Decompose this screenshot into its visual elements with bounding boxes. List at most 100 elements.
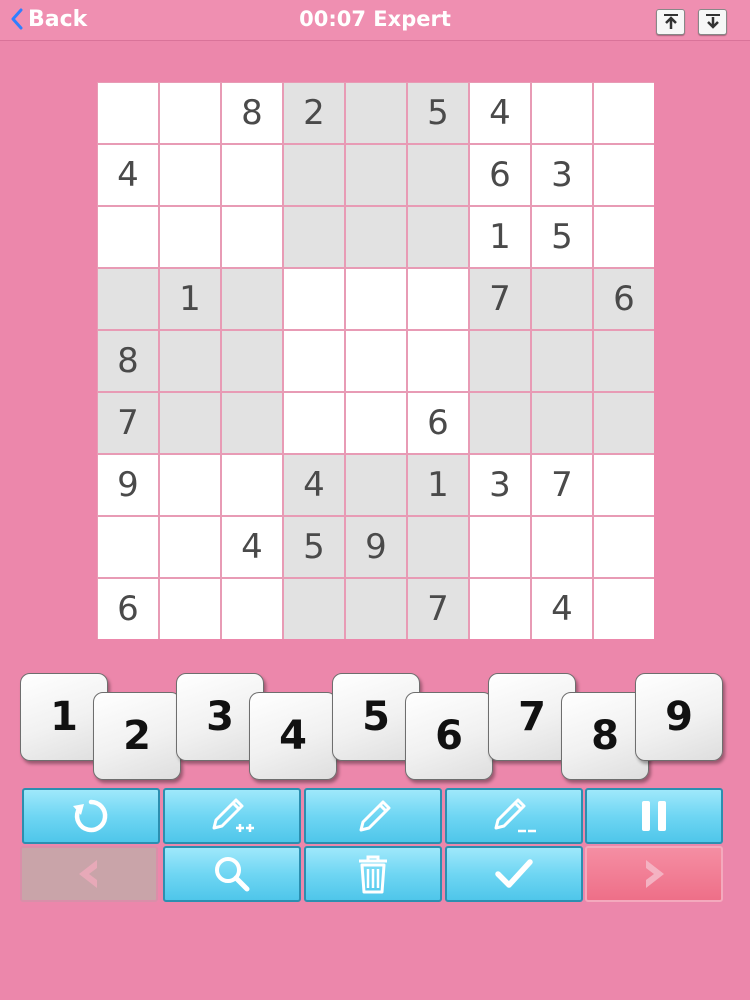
delete-button[interactable] [304,846,442,902]
sudoku-cell[interactable] [98,269,158,329]
sudoku-cell[interactable] [594,579,654,639]
sudoku-cell[interactable] [160,517,220,577]
sudoku-cell[interactable] [160,331,220,391]
sudoku-cell[interactable]: 6 [408,393,468,453]
sudoku-cell[interactable]: 1 [408,455,468,515]
sudoku-cell[interactable] [284,579,344,639]
hint-button[interactable] [163,846,301,902]
sudoku-cell[interactable] [284,207,344,267]
sudoku-cell[interactable]: 9 [98,455,158,515]
sudoku-cell[interactable]: 1 [160,269,220,329]
sudoku-cell[interactable]: 6 [98,579,158,639]
sudoku-cell[interactable] [346,269,406,329]
sudoku-cell[interactable] [284,269,344,329]
sudoku-cell[interactable]: 8 [222,83,282,143]
sudoku-cell[interactable] [532,331,592,391]
number-tile-6[interactable]: 6 [405,692,493,780]
sudoku-cell[interactable] [222,331,282,391]
sudoku-cell[interactable] [284,331,344,391]
sudoku-cell[interactable]: 5 [532,207,592,267]
sudoku-cell[interactable] [408,269,468,329]
sudoku-cell[interactable]: 6 [470,145,530,205]
pencil-button[interactable] [304,788,442,844]
number-tile-9[interactable]: 9 [635,673,723,761]
sudoku-cell[interactable] [160,145,220,205]
sudoku-cell[interactable]: 8 [98,331,158,391]
sudoku-cell[interactable] [346,393,406,453]
sudoku-cell[interactable] [532,517,592,577]
sudoku-cell[interactable] [346,207,406,267]
sudoku-cell[interactable] [594,455,654,515]
sudoku-cell[interactable] [470,393,530,453]
sudoku-cell[interactable] [532,269,592,329]
sudoku-cell[interactable] [594,331,654,391]
sudoku-cell[interactable]: 9 [346,517,406,577]
sudoku-cell[interactable] [346,145,406,205]
sudoku-cell[interactable]: 2 [284,83,344,143]
clear-notes-button[interactable] [445,788,583,844]
number-tile-2[interactable]: 2 [93,692,181,780]
sudoku-cell[interactable] [594,517,654,577]
sudoku-cell[interactable] [222,145,282,205]
pencil-minus-icon [494,798,536,833]
sudoku-cell[interactable] [470,517,530,577]
sudoku-cell[interactable]: 3 [470,455,530,515]
sudoku-cell[interactable] [222,207,282,267]
sudoku-cell[interactable] [408,517,468,577]
sudoku-cell[interactable] [160,393,220,453]
previous-button[interactable] [20,846,158,902]
next-button[interactable] [585,846,723,902]
sudoku-cell[interactable] [346,455,406,515]
sudoku-cell[interactable]: 4 [98,145,158,205]
number-tile-4[interactable]: 4 [249,692,337,780]
sudoku-cell[interactable]: 6 [594,269,654,329]
sudoku-cell[interactable] [160,455,220,515]
sudoku-cell[interactable]: 5 [284,517,344,577]
download-button[interactable] [698,9,727,35]
check-button[interactable] [445,846,583,902]
sudoku-cell[interactable] [470,331,530,391]
sudoku-cell[interactable] [346,579,406,639]
sudoku-cell[interactable] [408,331,468,391]
sudoku-cell[interactable] [222,579,282,639]
sudoku-cell[interactable] [594,145,654,205]
sudoku-cell[interactable]: 3 [532,145,592,205]
reset-button[interactable] [22,788,160,844]
sudoku-cell[interactable]: 7 [532,455,592,515]
sudoku-cell[interactable] [532,393,592,453]
sudoku-cell[interactable] [222,455,282,515]
sudoku-cell[interactable] [594,393,654,453]
sudoku-cell[interactable] [346,331,406,391]
sudoku-cell[interactable] [594,207,654,267]
sudoku-cell[interactable] [532,83,592,143]
sudoku-cell[interactable]: 4 [532,579,592,639]
upload-button[interactable] [656,9,685,35]
sudoku-cell[interactable] [160,207,220,267]
sudoku-cell[interactable] [160,579,220,639]
sudoku-cell[interactable] [222,269,282,329]
sudoku-cell[interactable] [408,145,468,205]
sudoku-cell[interactable] [160,83,220,143]
pause-button[interactable] [585,788,723,844]
sudoku-cell[interactable]: 4 [284,455,344,515]
pencil-plus-icon [212,798,254,832]
sudoku-cell[interactable]: 4 [470,83,530,143]
sudoku-cell[interactable] [98,517,158,577]
sudoku-cell[interactable]: 7 [470,269,530,329]
sudoku-cell[interactable]: 1 [470,207,530,267]
sudoku-cell[interactable] [284,393,344,453]
sudoku-cell[interactable]: 7 [408,579,468,639]
sudoku-cell[interactable] [98,207,158,267]
sudoku-cell[interactable] [98,83,158,143]
sudoku-cell[interactable] [408,207,468,267]
sudoku-cell[interactable]: 4 [222,517,282,577]
sudoku-cell[interactable] [470,579,530,639]
sudoku-cell[interactable] [284,145,344,205]
sudoku-cell[interactable] [346,83,406,143]
sudoku-cell[interactable] [594,83,654,143]
sudoku-cell[interactable]: 5 [408,83,468,143]
sudoku-cell[interactable] [222,393,282,453]
sudoku-cell[interactable]: 7 [98,393,158,453]
add-all-notes-button[interactable] [163,788,301,844]
trash-icon [359,855,387,894]
